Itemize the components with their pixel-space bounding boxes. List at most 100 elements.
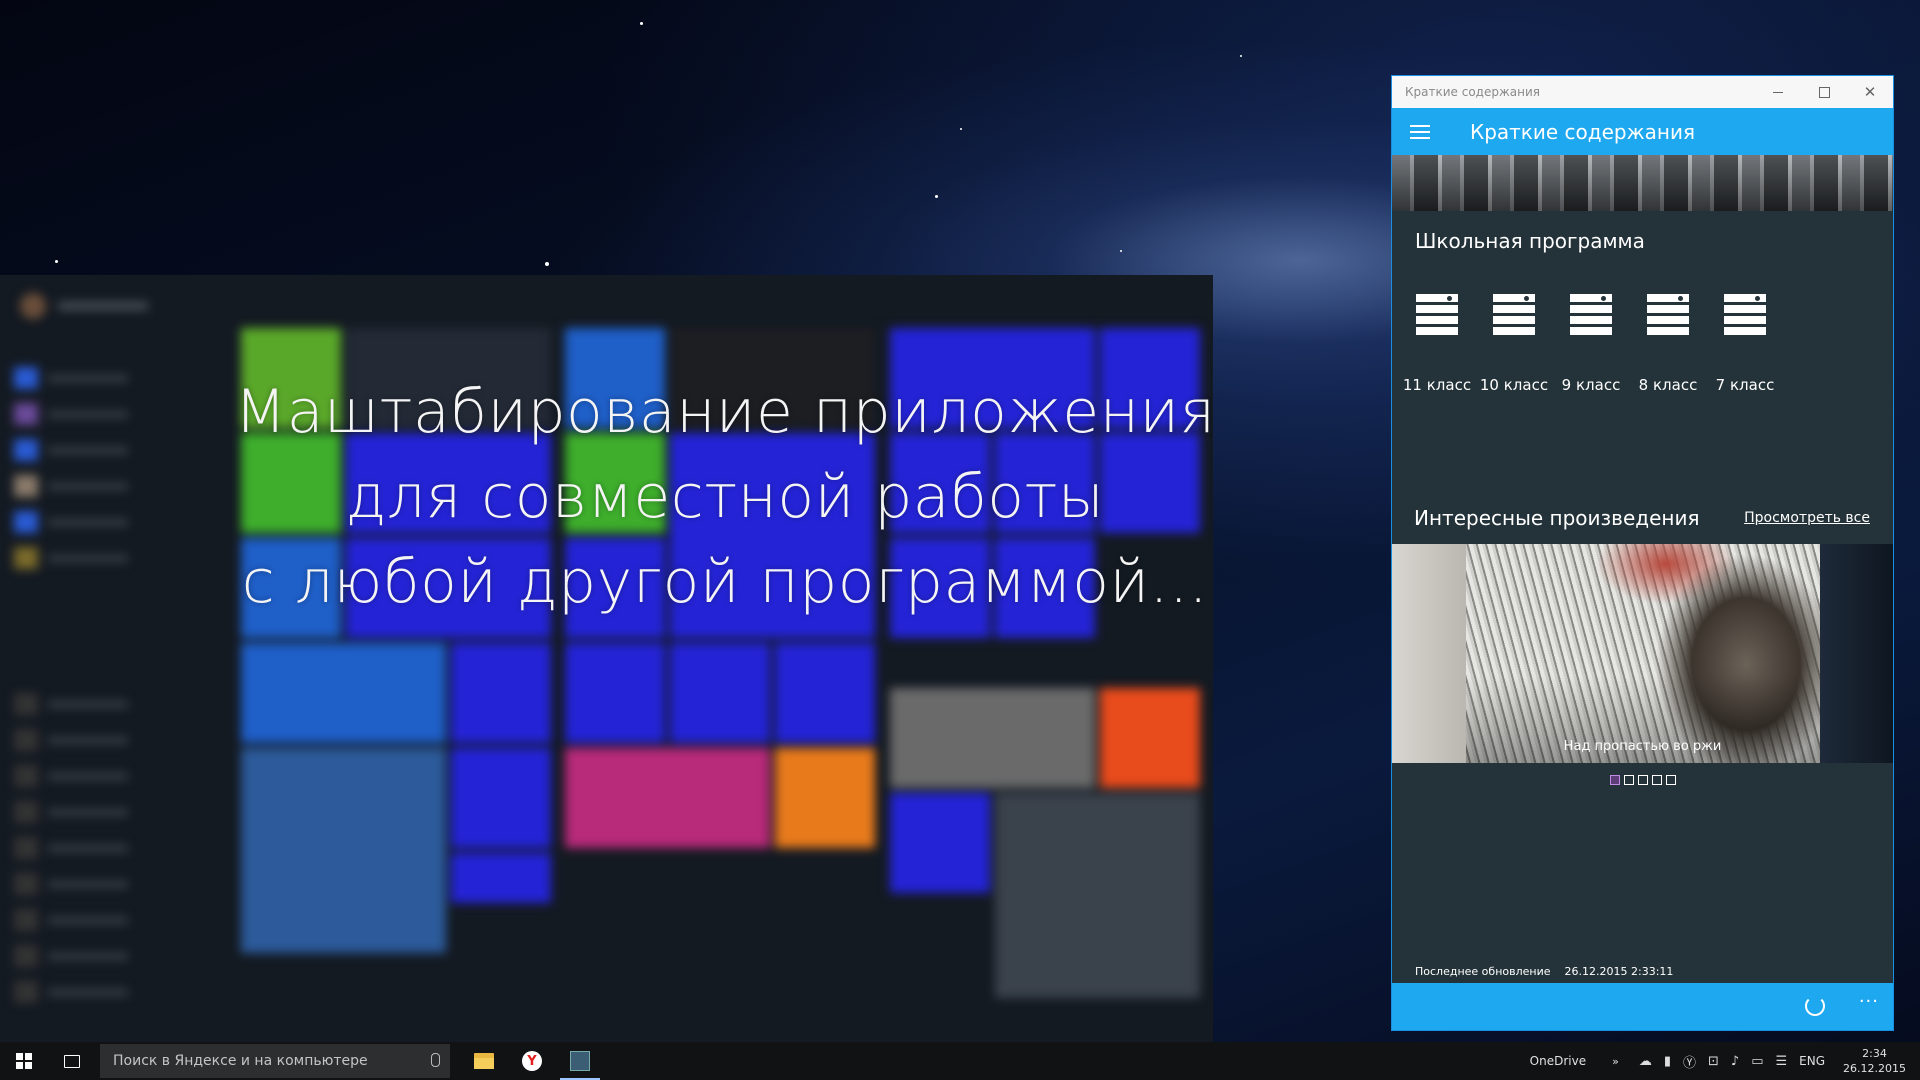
carousel-prev-slide[interactable] — [1392, 544, 1466, 763]
grade-label: 7 класс — [1715, 376, 1775, 394]
header-banner-image — [1392, 155, 1893, 211]
start-list-item — [14, 909, 128, 931]
onedrive-label[interactable]: OneDrive — [1530, 1054, 1586, 1068]
power-icon[interactable]: ▭ — [1751, 1054, 1763, 1069]
cloud-icon[interactable]: ☁ — [1639, 1054, 1652, 1069]
search-placeholder: Поиск в Яндексе и на компьютере — [113, 1053, 368, 1069]
pager-dot[interactable] — [1665, 775, 1676, 785]
microphone-icon[interactable] — [431, 1053, 440, 1067]
star — [545, 262, 549, 266]
star — [640, 22, 643, 25]
hamburger-menu-icon[interactable] — [1410, 124, 1430, 139]
summaries-app-button[interactable] — [556, 1042, 604, 1080]
window-titlebar[interactable]: Краткие содержания ✕ — [1392, 76, 1893, 108]
grade-tile-11[interactable]: 11 класс — [1402, 294, 1472, 394]
grade-list-icon — [1647, 294, 1689, 344]
works-carousel[interactable]: Над пропастью во ржи — [1392, 544, 1893, 763]
refresh-icon[interactable] — [1805, 996, 1825, 1016]
star — [1120, 250, 1122, 252]
last-updated-value: 26.12.2015 2:33:11 — [1564, 965, 1674, 978]
pager-dot[interactable] — [1651, 775, 1662, 785]
start-menu: Маштабирование приложения для совместной… — [0, 275, 1213, 1042]
tile — [890, 793, 990, 893]
star — [960, 128, 962, 130]
grade-tile-7[interactable]: 7 класс — [1710, 294, 1780, 394]
taskbar: Поиск в Яндексе и на компьютере Y OneDri… — [0, 1042, 1920, 1080]
file-explorer-button[interactable] — [460, 1042, 508, 1080]
notifications-icon[interactable]: ☰ — [1776, 1054, 1788, 1069]
grade-list-icon — [1416, 294, 1458, 344]
chevron-up-icon[interactable]: » — [1612, 1055, 1619, 1068]
yandex-browser-button[interactable]: Y — [508, 1042, 556, 1080]
slide-caption: Над пропастью во ржи — [1563, 739, 1722, 754]
grade-label: 11 класс — [1402, 376, 1472, 394]
tile — [1100, 688, 1200, 788]
start-list-item — [14, 837, 128, 859]
grade-list-icon — [1570, 294, 1612, 344]
minimize-button[interactable] — [1755, 76, 1801, 108]
pager-dot[interactable] — [1609, 775, 1620, 785]
grade-label: 10 класс — [1479, 376, 1549, 394]
star — [55, 260, 58, 263]
start-list-item — [14, 981, 128, 1003]
close-button[interactable]: ✕ — [1847, 76, 1893, 108]
start-list-item — [14, 729, 128, 751]
network-icon[interactable]: ⊡ — [1708, 1054, 1719, 1069]
star — [1240, 55, 1242, 57]
grade-tile-10[interactable]: 10 класс — [1479, 294, 1549, 394]
language-indicator[interactable]: ENG — [1799, 1054, 1825, 1068]
tile — [775, 643, 875, 743]
start-list-item — [14, 801, 128, 823]
pager-dot[interactable] — [1623, 775, 1634, 785]
clock[interactable]: 2:34 26.12.2015 — [1843, 1046, 1906, 1076]
app-title: Краткие содержания — [1470, 119, 1695, 144]
start-list-item — [14, 547, 128, 569]
carousel-pager[interactable] — [1392, 775, 1893, 785]
tile — [890, 688, 1095, 788]
close-icon: ✕ — [1863, 83, 1877, 101]
battery-icon[interactable]: ▮ — [1664, 1054, 1671, 1069]
task-view-button[interactable] — [48, 1042, 96, 1080]
interesting-works-heading: Интересные произведения — [1414, 506, 1700, 530]
start-list-item — [14, 403, 128, 425]
yandex-tray-icon[interactable]: Ⓨ — [1683, 1052, 1696, 1071]
grade-label: 8 класс — [1638, 376, 1698, 394]
tile — [775, 748, 875, 848]
star — [935, 195, 938, 198]
minimize-icon — [1773, 91, 1783, 93]
maximize-button[interactable] — [1801, 76, 1847, 108]
windows-logo-icon — [16, 1053, 32, 1069]
tile — [451, 748, 551, 848]
start-button[interactable] — [0, 1042, 48, 1080]
grade-tile-9[interactable]: 9 класс — [1556, 294, 1626, 394]
start-list-item — [14, 873, 128, 895]
yandex-icon: Y — [522, 1051, 542, 1071]
tile — [995, 793, 1200, 998]
tile — [241, 643, 446, 743]
grade-list-icon — [1724, 294, 1766, 344]
user-name-placeholder — [58, 302, 148, 310]
carousel-next-slide[interactable] — [1820, 544, 1893, 763]
window-title: Краткие содержания — [1405, 85, 1540, 99]
grade-tile-8[interactable]: 8 класс — [1633, 294, 1703, 394]
start-list-item — [14, 475, 128, 497]
volume-icon[interactable]: ♪ — [1731, 1054, 1739, 1069]
start-list-item — [14, 765, 128, 787]
overlay-line-3: с любой другой программой... — [241, 547, 1209, 617]
last-updated: Последнее обновление 26.12.2015 2:33:11 — [1415, 965, 1673, 978]
last-updated-label: Последнее обновление — [1415, 965, 1551, 978]
clock-time: 2:34 — [1862, 1047, 1887, 1060]
tile — [451, 643, 551, 743]
carousel-current-slide[interactable] — [1466, 544, 1820, 763]
more-options-button[interactable]: ··· — [1859, 991, 1879, 1012]
task-view-icon — [64, 1054, 80, 1068]
taskbar-search-box[interactable]: Поиск в Яндексе и на компьютере — [100, 1044, 450, 1078]
maximize-icon — [1818, 86, 1830, 98]
system-tray: OneDrive » ☁ ▮ Ⓨ ⊡ ♪ ▭ ☰ ENG 2:34 26.12.… — [1530, 1042, 1920, 1080]
view-all-link[interactable]: Просмотреть все — [1744, 510, 1870, 526]
school-program-heading: Школьная программа — [1415, 229, 1645, 253]
pager-dot[interactable] — [1637, 775, 1648, 785]
overlay-line-1: Маштабирование приложения — [234, 377, 1213, 447]
start-list-item — [14, 945, 128, 967]
app-header: Краткие содержания — [1392, 108, 1893, 155]
